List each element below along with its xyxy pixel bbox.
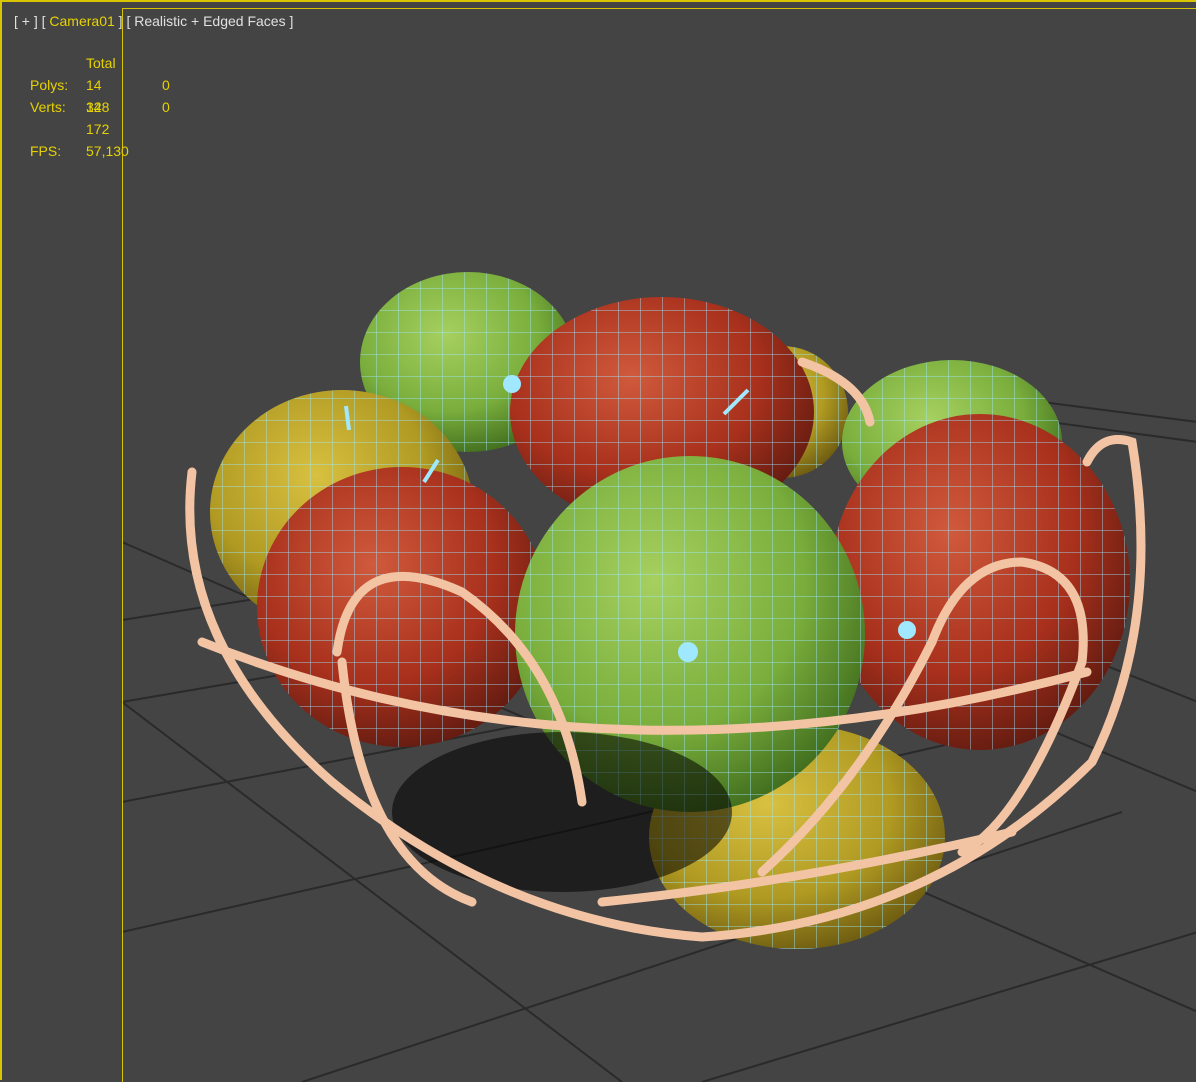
camera-selector[interactable]: Camera01 bbox=[49, 13, 114, 29]
polys-label: Polys: bbox=[30, 77, 69, 93]
viewport-menu-button[interactable]: [ + ] bbox=[14, 13, 38, 29]
viewport-label: [ + ] [ Camera01 ] [ Realistic + Edged F… bbox=[14, 13, 294, 29]
fps-label: FPS: bbox=[30, 143, 62, 159]
fps-value: 57,130 bbox=[86, 143, 129, 159]
pole-icon bbox=[678, 642, 698, 662]
verts-total-value: 14 172 bbox=[86, 99, 110, 137]
pole-icon bbox=[898, 621, 916, 639]
shading-mode-button[interactable]: [ Realistic + Edged Faces ] bbox=[126, 13, 293, 29]
viewport[interactable]: [ + ] [ Camera01 ] [ Realistic + Edged F… bbox=[0, 0, 1196, 1082]
verts-label: Verts: bbox=[30, 99, 66, 115]
verts-selected-value: 0 bbox=[162, 99, 170, 115]
polys-selected-value: 0 bbox=[162, 77, 170, 93]
scene-canvas[interactable] bbox=[2, 2, 1196, 1082]
stats-total-header: Total bbox=[86, 55, 116, 71]
pole-icon bbox=[503, 375, 521, 393]
bowl-shadow bbox=[392, 732, 732, 892]
